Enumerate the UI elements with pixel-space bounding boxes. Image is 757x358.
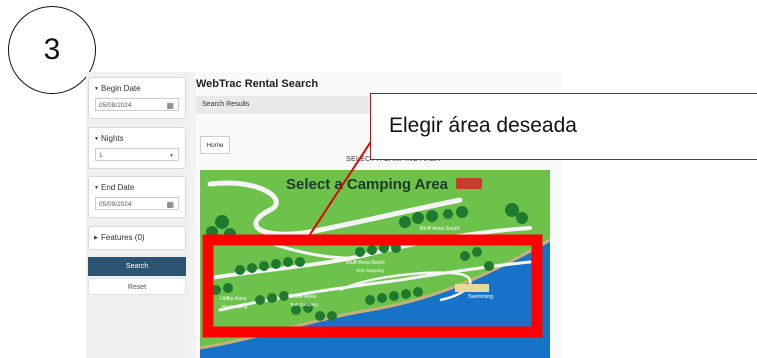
begin-date-label: Begin Date	[101, 84, 141, 93]
nights-value: 1	[99, 152, 103, 159]
instruction-callout: Elegir área deseada	[370, 93, 757, 160]
instruction-text: Elegir área deseada	[389, 114, 577, 137]
features-label: Features (0)	[101, 233, 145, 242]
app-title: WebTrac Rental Search	[196, 78, 319, 90]
search-button[interactable]: Search	[88, 257, 186, 276]
camping-map[interactable]: Select a Camping Area Bluff Area South B…	[200, 170, 550, 358]
end-date-card: ▼ End Date 05/09/2024 ▦	[88, 176, 186, 218]
step-number: 3	[8, 6, 96, 94]
end-date-input[interactable]: 05/09/2024 ▦	[95, 197, 179, 210]
chevron-right-icon: ▶	[94, 235, 98, 241]
chevron-down-icon[interactable]: ▼	[94, 185, 99, 191]
area-label-swimming[interactable]: Swimming	[468, 294, 493, 300]
area-label-bluff-north[interactable]: Bluff Area North	[346, 260, 385, 266]
nights-card: ▼ Nights 1 ▼	[88, 127, 186, 169]
area-sub-utility: RV Camping	[222, 304, 248, 309]
end-date-value: 05/09/2024	[99, 201, 132, 208]
chevron-down-icon[interactable]: ▼	[94, 136, 99, 142]
begin-date-card: ▼ Begin Date 05/08/2024 ▦	[88, 77, 186, 119]
chevron-down-icon[interactable]: ▼	[94, 86, 99, 92]
area-label-bluff-south[interactable]: Bluff Area South	[420, 226, 460, 232]
search-sidebar: ▼ Begin Date 05/08/2024 ▦ ▼ Nights 1 ▼ ▼…	[86, 72, 190, 358]
area-sub-grove: Tent Camping	[290, 302, 318, 307]
end-date-label: End Date	[101, 183, 135, 192]
home-button[interactable]: Home	[200, 136, 230, 154]
area-label-utility[interactable]: Utility Area	[220, 296, 246, 302]
calendar-icon[interactable]: ▦	[166, 198, 174, 211]
area-sub-bluff-north: Tent Camping	[356, 268, 384, 273]
calendar-icon[interactable]: ▦	[166, 99, 174, 112]
nights-select[interactable]: 1 ▼	[95, 148, 179, 161]
area-label-grove[interactable]: Grove Area	[288, 294, 316, 300]
dropdown-arrow-icon: ▼	[169, 153, 174, 159]
begin-date-input[interactable]: 05/08/2024 ▦	[95, 98, 179, 111]
nights-label: Nights	[101, 134, 124, 143]
search-results-label: Search Results	[202, 101, 250, 108]
begin-date-value: 05/08/2024	[99, 102, 132, 109]
features-card[interactable]: ▶ Features (0)	[88, 226, 186, 250]
map-title: Select a Camping Area	[286, 176, 449, 193]
reset-button[interactable]: Reset	[88, 278, 186, 295]
